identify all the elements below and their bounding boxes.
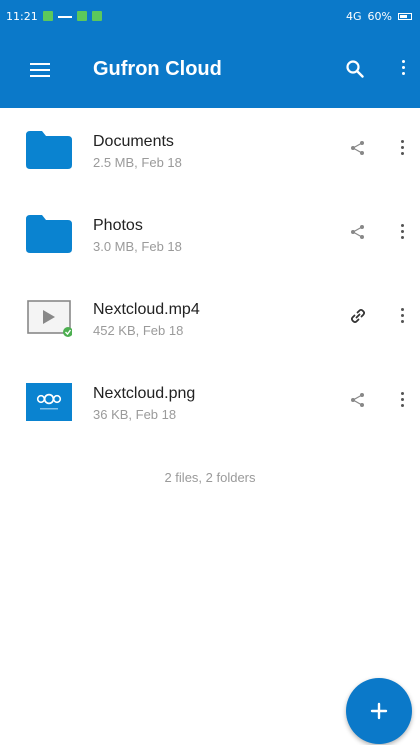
more-vertical-icon[interactable] [399, 140, 405, 160]
more-vertical-icon[interactable] [400, 60, 406, 80]
app-notification-icon [76, 11, 87, 21]
usb-icon [57, 15, 72, 18]
video-file-icon [27, 300, 72, 337]
file-meta: 452 KB, Feb 18 [93, 323, 184, 338]
more-vertical-icon[interactable] [399, 224, 405, 244]
image-thumbnail [26, 383, 72, 421]
file-name: Photos [93, 217, 143, 234]
file-row-documents[interactable]: Documents 2.5 MB, Feb 18 [0, 108, 420, 192]
notification-icon [42, 11, 53, 21]
add-button[interactable] [346, 678, 412, 744]
folder-icon [26, 131, 72, 169]
file-row-video[interactable]: Nextcloud.mp4 452 KB, Feb 18 [0, 276, 420, 360]
file-name: Nextcloud.mp4 [93, 301, 200, 318]
app-notification-icon-2 [91, 11, 102, 21]
battery-icon [398, 12, 412, 20]
file-meta: 36 KB, Feb 18 [93, 407, 177, 422]
more-vertical-icon[interactable] [399, 308, 405, 328]
file-name: Nextcloud.png [93, 385, 196, 402]
share-icon[interactable] [350, 392, 366, 408]
folder-icon [26, 215, 72, 253]
app-title: Gufron Cloud [93, 58, 222, 80]
hamburger-menu-icon[interactable] [30, 63, 50, 77]
search-icon[interactable] [346, 60, 364, 78]
link-icon[interactable] [350, 308, 366, 324]
signal-indicator: 4G [346, 9, 362, 23]
share-icon[interactable] [350, 224, 366, 240]
plus-icon [370, 702, 388, 720]
battery-percent: 60% [367, 9, 392, 23]
folder-summary: 2 files, 2 folders [164, 470, 256, 485]
file-name: Documents [93, 133, 174, 150]
file-meta: 2.5 MB, Feb 18 [93, 155, 182, 170]
file-meta: 3.0 MB, Feb 18 [93, 239, 182, 254]
share-icon[interactable] [350, 140, 366, 156]
file-list: Documents 2.5 MB, Feb 18 Photos 3.0 MB, … [0, 108, 420, 444]
status-bar: 11:21 4G 60% [0, 0, 420, 32]
more-vertical-icon[interactable] [399, 392, 405, 412]
file-row-image[interactable]: Nextcloud.png 36 KB, Feb 18 [0, 360, 420, 444]
app-toolbar: Gufron Cloud [0, 32, 420, 108]
status-left: 11:21 [6, 10, 102, 23]
file-row-photos[interactable]: Photos 3.0 MB, Feb 18 [0, 192, 420, 276]
status-right: 4G 60% [346, 10, 412, 23]
status-time: 11:21 [6, 9, 38, 23]
